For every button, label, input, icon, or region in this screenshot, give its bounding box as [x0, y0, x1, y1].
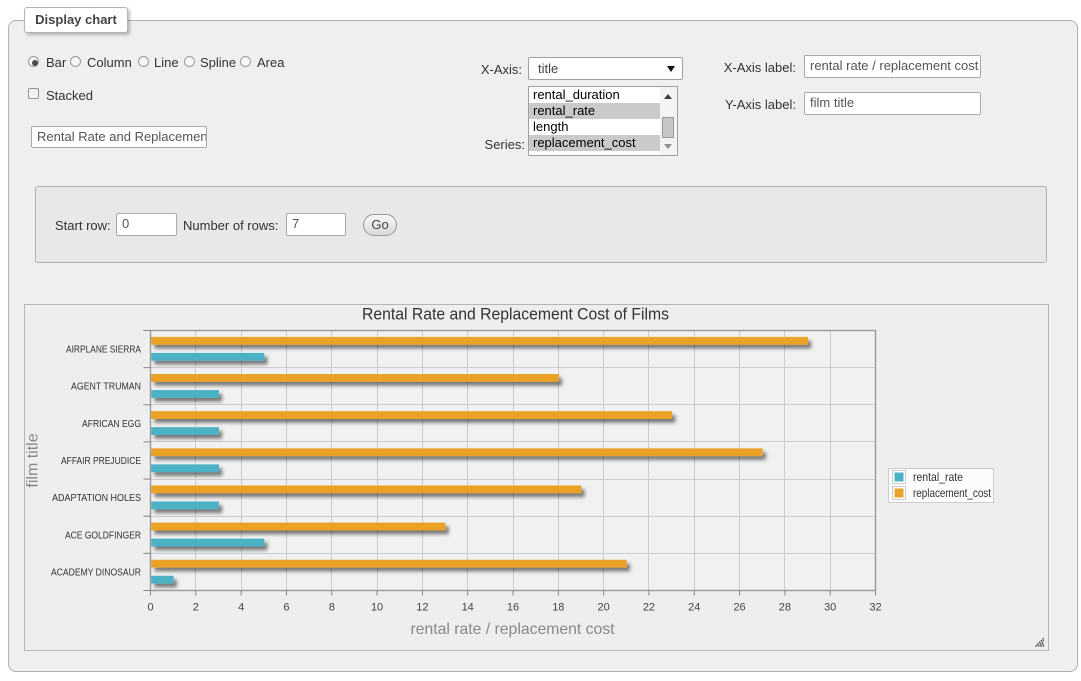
svg-text:10: 10: [371, 602, 383, 614]
svg-text:20: 20: [598, 602, 610, 614]
svg-text:8: 8: [329, 602, 335, 614]
svg-text:6: 6: [283, 602, 289, 614]
svg-text:32: 32: [869, 602, 881, 614]
svg-text:AFRICAN EGG: AFRICAN EGG: [82, 418, 141, 430]
svg-text:ACE GOLDFINGER: ACE GOLDFINGER: [65, 529, 141, 541]
svg-text:AIRPLANE SIERRA: AIRPLANE SIERRA: [66, 344, 141, 356]
svg-text:0: 0: [147, 602, 153, 614]
svg-text:Rental Rate and Replacement Co: Rental Rate and Replacement Cost of Film…: [362, 306, 669, 324]
svg-text:2: 2: [193, 602, 199, 614]
svg-text:28: 28: [779, 602, 791, 614]
svg-text:rental rate / replacement cost: rental rate / replacement cost: [411, 621, 616, 638]
svg-text:rental_rate: rental_rate: [913, 470, 963, 484]
svg-text:22: 22: [643, 602, 655, 614]
svg-text:4: 4: [238, 602, 244, 614]
svg-text:16: 16: [507, 602, 519, 614]
svg-text:film title: film title: [25, 433, 42, 487]
svg-text:AGENT TRUMAN: AGENT TRUMAN: [71, 381, 141, 393]
svg-text:12: 12: [416, 602, 428, 614]
svg-text:14: 14: [462, 602, 474, 614]
svg-text:30: 30: [824, 602, 836, 614]
svg-text:replacement_cost: replacement_cost: [913, 486, 992, 500]
svg-text:ADAPTATION HOLES: ADAPTATION HOLES: [52, 492, 141, 504]
svg-text:18: 18: [552, 602, 564, 614]
svg-text:ACADEMY DINOSAUR: ACADEMY DINOSAUR: [51, 566, 141, 578]
svg-text:24: 24: [688, 602, 700, 614]
svg-text:26: 26: [733, 602, 745, 614]
svg-text:AFFAIR PREJUDICE: AFFAIR PREJUDICE: [61, 455, 141, 467]
